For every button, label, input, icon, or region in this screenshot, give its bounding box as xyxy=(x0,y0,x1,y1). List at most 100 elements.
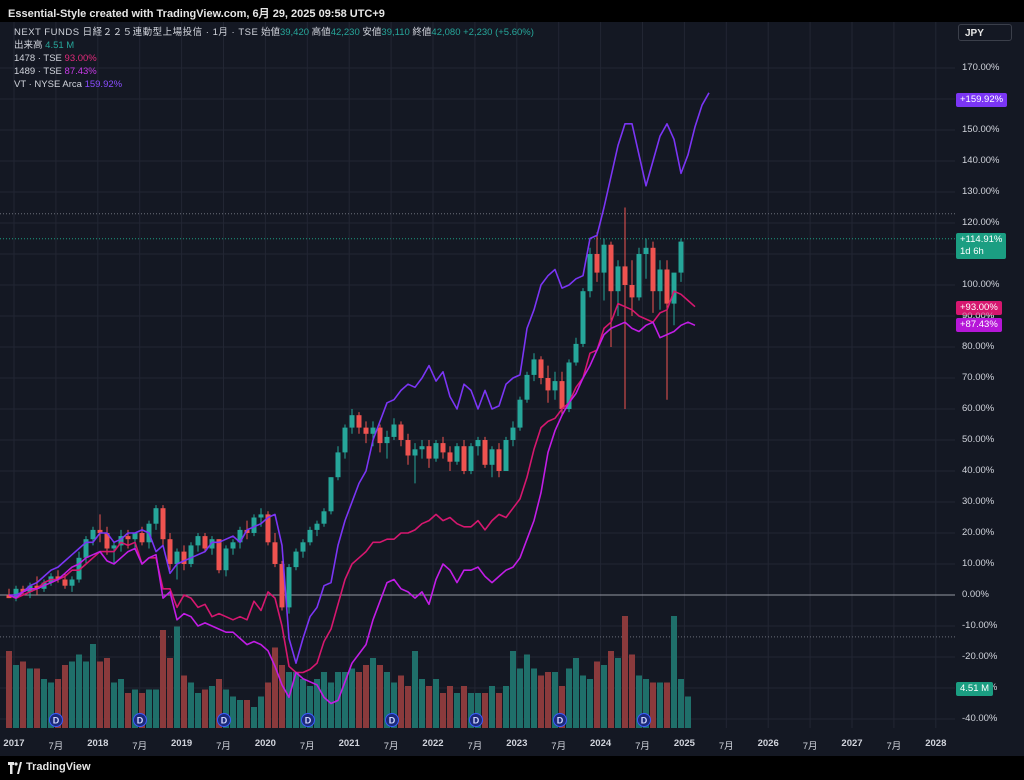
candle-body xyxy=(377,427,383,444)
candle-body xyxy=(349,415,355,428)
vt-last-value-badge: +159.92% xyxy=(956,93,1008,107)
x-tick-label: 2027 xyxy=(841,738,863,749)
volume-bar xyxy=(622,616,628,728)
x-tick-label: 7月 xyxy=(299,741,315,752)
s1478-line xyxy=(8,290,696,674)
candle-body xyxy=(615,266,621,292)
y-tick-label: 20.00% xyxy=(962,527,995,538)
candle-body xyxy=(622,266,628,285)
x-tick-label: 7月 xyxy=(635,741,650,752)
candle-body xyxy=(412,449,418,456)
candle-body xyxy=(153,508,159,524)
volume-bar xyxy=(202,689,208,728)
volume-bar xyxy=(62,665,68,728)
legend-volume-row[interactable]: 出来高 4.51 M xyxy=(14,39,534,52)
x-tick-label: 2021 xyxy=(338,738,360,749)
volume-bar xyxy=(608,651,614,728)
volume-bar xyxy=(34,668,40,728)
candle-body xyxy=(580,291,586,344)
volume-bar xyxy=(160,630,166,728)
candle-body xyxy=(384,436,390,444)
legend-compare-vt[interactable]: VT · NYSE Arca 159.92% xyxy=(14,78,534,91)
volume-bar xyxy=(496,693,502,728)
bar-countdown: 1d 6h xyxy=(960,246,984,257)
candle-body xyxy=(678,241,684,273)
candle-body xyxy=(132,533,138,540)
candle-body xyxy=(307,529,313,543)
volume-bar xyxy=(545,672,551,728)
x-tick-label: 7月 xyxy=(132,741,148,752)
volume-bar xyxy=(678,679,684,728)
candle-body xyxy=(216,539,222,571)
volume-bar xyxy=(657,682,663,728)
volume-label: 出来高 xyxy=(14,40,43,51)
legend-compare-1489[interactable]: 1489 · TSE 87.43% xyxy=(14,65,534,78)
volume-bar xyxy=(580,675,586,728)
y-tick-label: 70.00% xyxy=(962,372,995,383)
volume-bar xyxy=(433,679,439,728)
x-tick-label: 7月 xyxy=(383,741,399,752)
chart-pane[interactable]: D D D D D D D D NEXT FUNDS 日経２２５連動型上場投信 · 1月 · … xyxy=(0,22,1024,756)
candle-body xyxy=(517,399,523,428)
dividend-marker-label: D xyxy=(137,716,144,726)
volume-bar xyxy=(118,679,124,728)
x-tick-label: 2028 xyxy=(925,738,947,749)
ohlc-close: 終値42,080 xyxy=(412,27,461,38)
x-tick-label: 7月 xyxy=(467,741,483,752)
s1489-last-value-badge: +87.43% xyxy=(956,318,1002,332)
candle-body xyxy=(650,247,656,292)
price-chart[interactable]: DDDDDDDD xyxy=(0,22,1024,756)
volume-bar xyxy=(328,682,334,728)
currency-button[interactable]: JPY xyxy=(958,24,1012,41)
candle-body xyxy=(559,381,565,409)
volume-bar xyxy=(573,658,579,728)
volume-bar xyxy=(629,654,635,728)
candle-body xyxy=(370,427,376,434)
candle-body xyxy=(363,427,369,434)
x-tick-label: 2024 xyxy=(590,738,612,749)
candle-body xyxy=(587,254,593,292)
volume-bar xyxy=(97,661,103,728)
volume-bar xyxy=(209,686,215,728)
candle-body xyxy=(328,477,334,512)
candle-body xyxy=(629,285,635,298)
ohlc-open: 始値39,420 xyxy=(260,27,310,38)
y-tick-label: 0.00% xyxy=(962,589,989,600)
volume-bar xyxy=(69,661,75,728)
tradingview-logo-icon xyxy=(8,762,22,774)
volume-bar xyxy=(363,665,369,728)
dividend-marker: D xyxy=(469,713,483,727)
x-tick-label: 7月 xyxy=(718,741,734,752)
dividend-marker-label: D xyxy=(641,716,648,726)
volume-value: 4.51 M xyxy=(45,40,75,51)
footer: TradingView xyxy=(0,756,1024,780)
legend-compare-1478[interactable]: 1478 · TSE 93.00% xyxy=(14,52,534,65)
dividend-marker: D xyxy=(553,713,567,727)
x-tick-label: 2022 xyxy=(422,738,444,749)
candle-body xyxy=(475,440,481,447)
dividend-marker: D xyxy=(301,713,315,727)
y-tick-label: -20.00% xyxy=(962,651,998,662)
volume-bar xyxy=(272,647,278,728)
main-last-value-badge: +114.91% 1d 6h xyxy=(956,233,1007,259)
volume-bar xyxy=(41,679,47,728)
candle-body xyxy=(223,548,229,571)
volume-bar xyxy=(671,616,677,728)
candle-body xyxy=(160,508,166,540)
dividend-marker-label: D xyxy=(473,716,480,726)
ohlc-change: +2,230 (+5.60%) xyxy=(463,27,534,38)
volume-bar xyxy=(440,693,446,728)
candle-body xyxy=(230,542,236,549)
candle-body xyxy=(503,440,509,471)
x-tick-label: 7月 xyxy=(551,741,567,752)
candle-body xyxy=(405,440,411,456)
y-tick-label: 150.00% xyxy=(962,124,1000,135)
main-symbol[interactable]: NEXT FUNDS 日経２２５連動型上場投信 · 1月 · TSE xyxy=(14,27,258,38)
y-tick-label: 80.00% xyxy=(962,341,995,352)
candle-body xyxy=(398,424,404,440)
candle-body xyxy=(174,551,180,564)
candle-body xyxy=(69,579,75,586)
legend-main-row[interactable]: NEXT FUNDS 日経２２５連動型上場投信 · 1月 · TSE 始値39,… xyxy=(14,26,534,39)
candle-body xyxy=(664,269,670,304)
volume-bar xyxy=(188,682,194,728)
